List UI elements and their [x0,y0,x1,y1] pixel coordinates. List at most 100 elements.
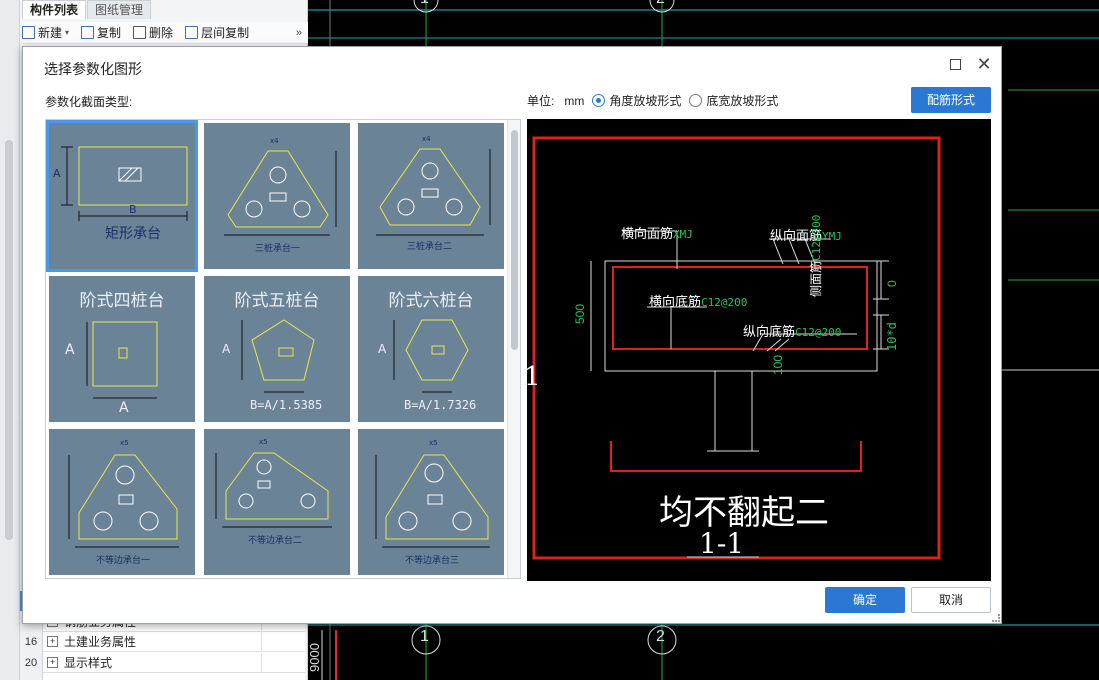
dim-label: A [222,342,231,356]
shape-step-six-pile[interactable]: 阶式六桩台 A B=A/1.7326 [355,273,507,425]
shape-unequal-3[interactable]: x5 不等边承台三 [355,426,507,578]
close-icon[interactable]: ✕ [974,54,994,74]
shape-thumbnail: x4 三桩承台一 [204,123,350,269]
dim-label: x5 [259,438,268,446]
trash-icon [133,26,147,39]
expand-icon[interactable]: + [47,657,58,668]
section-mark: 1 [524,362,541,392]
shape-name: 阶式四桩台 [79,291,165,311]
property-row[interactable]: + 土建业务属性 [43,632,305,652]
label-bottom-y: 纵向底筋C12@200 [743,324,842,339]
shape-thumbnail: 阶式六桩台 A B=A/1.7326 [358,276,504,422]
shape-thumbnail: x5 不等边承台一 [49,429,195,575]
property-label: 显示样式 [64,656,113,670]
shape-name: 不等边承台三 [405,556,460,566]
copy-label: 复制 [97,26,122,40]
shape-rect-cap[interactable]: A B 矩形承台 [46,120,198,272]
dim-label: x4 [270,137,279,145]
property-row[interactable]: + 显示样式 [43,653,305,673]
dim-label: A [65,342,75,358]
section-type-label: 参数化截面类型: [45,95,133,109]
tab-component-list[interactable]: 构件列表 [22,0,87,19]
rebar-form-button[interactable]: 配筋形式 [911,87,991,113]
floor-copy-button[interactable]: 层间复制 [185,24,249,41]
shape-thumbnail: x5 不等边承台三 [358,429,504,575]
axis-label: 2 [656,628,665,645]
unit-row: 单位: mm 角度放坡形式 底宽放坡形式 [527,92,778,109]
shape-name: 不等边承台二 [248,536,303,546]
axis-label: 1 [420,0,429,8]
property-rows: +钢筋业务属性 +土建业务属性 +显示样式 [43,612,305,680]
rect-cap-drawing [61,146,188,221]
radio-angle-label[interactable]: 角度放坡形式 [609,92,681,109]
list-toolbar: 新建 ▾ 复制 删除 层间复制 » [22,22,308,44]
maximize-icon[interactable] [950,59,961,70]
axis-label: 2 [656,0,665,8]
label-bottom-x: 横向底筋C12@200 [649,294,748,309]
unit-value: mm [564,93,585,108]
dim-label: A [119,400,129,416]
axis-label: 1 [420,628,429,645]
scrollbar-thumb[interactable] [511,130,518,350]
shape-unequal-2[interactable]: x5 不等边承台二 [201,426,353,578]
shape-thumbnail: x5 不等边承台二 [204,429,350,575]
property-label: 土建业务属性 [64,635,137,649]
gallery-scrollbar[interactable] [507,120,520,578]
shape-thumbnail: 阶式四桩台 A A [49,276,195,422]
dim-label: B [129,203,137,216]
shape-name: 阶式五桩台 [234,291,320,311]
radio-width-slope[interactable] [689,94,703,107]
shape-thumbnail: A B 矩形承台 [46,120,198,272]
new-label: 新建 [38,26,63,40]
shape-unequal-1[interactable]: x5 不等边承台一 [46,426,198,578]
dim-label: x5 [120,439,129,447]
dialog-title: 选择参数化图形 [44,61,142,77]
floor-copy-icon [185,26,199,39]
cancel-button[interactable]: 取消 [911,587,991,613]
delete-label: 删除 [149,26,174,40]
row-number: 20 [24,657,38,669]
ok-button[interactable]: 确定 [825,587,905,613]
dim-top: 0 [885,280,899,287]
shape-name: 阶式六桩台 [388,291,474,311]
dim-label: x5 [429,439,438,447]
new-button[interactable]: 新建 ▾ [22,24,69,41]
shape-thumbnail: 阶式五桩台 A B=A/1.5385 [204,276,350,422]
dimension-text: 9000 [308,643,322,672]
preview-section: 1-1 [699,527,745,560]
parametric-shape-dialog: 选择参数化图形 ✕ 参数化截面类型: 单位: mm 角度放坡形式 底宽放坡形式 … [22,46,1002,624]
shape-thumbnail: x4 三桩承台二 [358,123,504,269]
unequal-2-drawing [215,452,332,528]
left-edge-strip [0,0,20,680]
floor-copy-label: 层间复制 [201,26,250,40]
left-scrollbar[interactable] [5,140,13,540]
dim-label: B=A/1.7326 [404,398,477,412]
label-top-y: 纵向面筋YMJ [770,228,842,243]
delete-button[interactable]: 删除 [133,24,173,41]
toolbar-overflow-button[interactable]: » [296,27,302,39]
radio-angle-slope[interactable] [592,94,606,107]
shape-name: 三桩承台二 [407,242,453,252]
shape-step-five-pile[interactable]: 阶式五桩台 A B=A/1.5385 [201,273,353,425]
rebar-preview: 横向面筋XMJ 纵向面筋YMJ 横向底筋C12@200 纵向底筋C12@200 … [527,119,991,581]
shape-name: 三桩承台一 [255,244,301,254]
dim-label: B=A/1.5385 [250,398,323,412]
chevron-down-icon: ▾ [65,28,70,37]
panel-tabs: 构件列表 图纸管理 [22,0,152,19]
dim-label: A [378,342,387,356]
unit-label: 单位: [527,94,555,108]
label-top-x: 横向面筋XMJ [621,226,693,241]
row-number: 16 [24,636,38,648]
shape-step-four-pile[interactable]: 阶式四桩台 A A [46,273,198,425]
new-icon [22,26,35,39]
radio-width-label[interactable]: 底宽放坡形式 [706,92,778,109]
shape-three-pile-1[interactable]: x4 三桩承台一 [201,120,353,272]
shape-name: 矩形承台 [105,226,161,242]
resize-grip-icon[interactable] [992,614,1000,622]
copy-button[interactable]: 复制 [81,24,121,41]
shape-three-pile-2[interactable]: x4 三桩承台二 [355,120,507,272]
label-side: 侧面筋C12@200 [809,214,823,297]
tab-drawing-management[interactable]: 图纸管理 [87,0,152,19]
dim-label: x4 [422,135,431,143]
expand-icon[interactable]: + [47,636,58,647]
